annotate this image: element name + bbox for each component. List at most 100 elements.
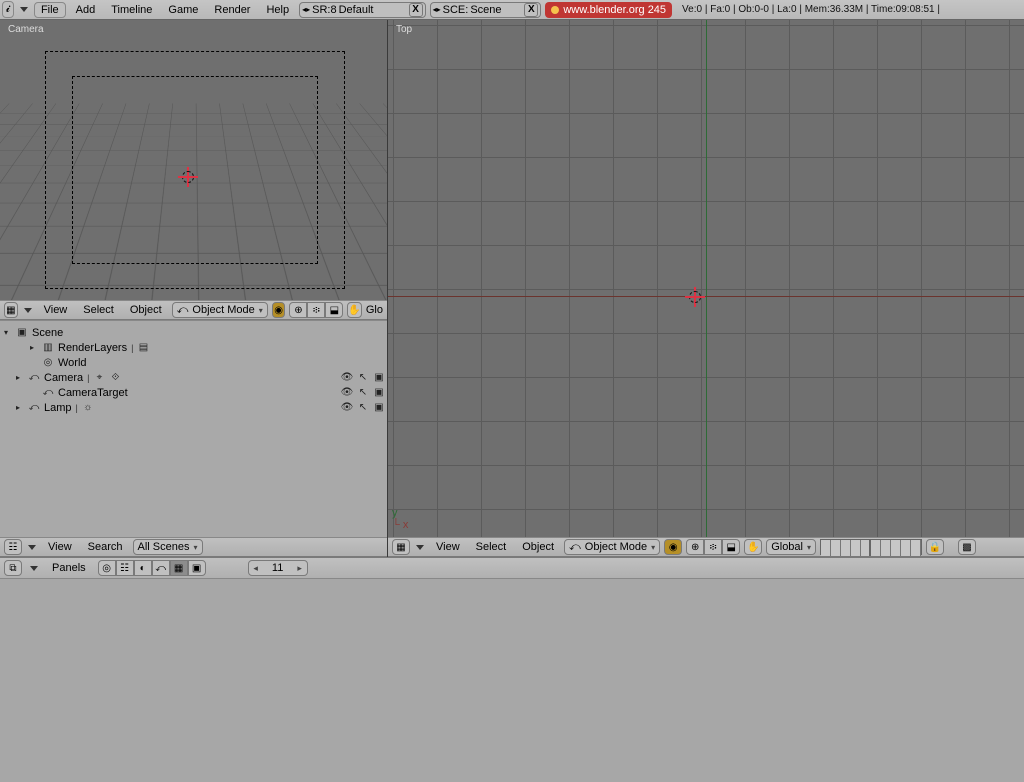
mode-dropdown[interactable]: ⤺ Object Mode ▾ — [564, 539, 660, 555]
render-toggle-icon[interactable]: ▣ — [373, 387, 385, 399]
scene-statistics: Ve:0 | Fa:0 | Ob:0-0 | La:0 | Mem:36.33M… — [682, 4, 940, 15]
frame-value[interactable]: 11 — [263, 562, 293, 574]
menu-view[interactable]: View — [42, 540, 78, 554]
frame-number-field[interactable]: ◂ 11 ▸ — [248, 560, 308, 576]
panels-label[interactable]: Panels — [46, 561, 92, 575]
menu-object[interactable]: Object — [516, 540, 560, 554]
ctx-shading-icon[interactable]: ◐ — [134, 560, 152, 576]
frame-next-button[interactable]: ▸ — [293, 563, 307, 574]
menu-select[interactable]: Select — [77, 303, 120, 317]
manipulator-toggle[interactable]: ✋ — [744, 539, 762, 555]
menu-render[interactable]: Render — [208, 3, 256, 17]
scene-icon: ▣ — [16, 327, 28, 339]
ctx-object-icon[interactable]: ⤺ — [152, 560, 170, 576]
renderlayer-icon[interactable]: ▤ — [137, 342, 149, 354]
menu-game[interactable]: Game — [162, 3, 204, 17]
menu-timeline[interactable]: Timeline — [105, 3, 158, 17]
render-border-icon[interactable]: ▩ — [958, 539, 976, 555]
selectable-arrow-icon[interactable]: ↖ — [357, 372, 369, 384]
render-toggle-icon[interactable]: ▣ — [373, 402, 385, 414]
mode-label: Object Mode — [585, 541, 647, 553]
screen-selector[interactable]: ◂▸ SR:8 X — [299, 2, 426, 18]
orientation-label[interactable]: Glo — [366, 304, 383, 316]
editor-type-icon[interactable]: ⧉ — [4, 560, 22, 576]
pivot-cursor-button[interactable]: ⬓ — [325, 302, 343, 318]
shading-dropdown[interactable]: ◉ — [272, 302, 286, 318]
menu-view[interactable]: View — [430, 540, 466, 554]
blender-logo-icon — [551, 6, 559, 14]
menu-select[interactable]: Select — [470, 540, 513, 554]
outliner-item-label: RenderLayers — [58, 342, 127, 354]
screen-name-input[interactable] — [339, 4, 407, 16]
scene-delete-button[interactable]: X — [524, 3, 538, 17]
camera-passepartout-inner — [72, 76, 318, 264]
collapse-icon[interactable] — [24, 308, 32, 313]
selectable-arrow-icon[interactable]: ↖ — [357, 387, 369, 399]
collapse-icon[interactable] — [416, 545, 424, 550]
renderlayers-icon: ▥ — [42, 342, 54, 354]
pivot-median-button[interactable]: ፨ — [307, 302, 325, 318]
editor-type-icon[interactable]: ☷ — [4, 539, 22, 555]
menu-view[interactable]: View — [38, 303, 74, 317]
menu-search[interactable]: Search — [82, 540, 129, 554]
pivot-median-button[interactable]: ፨ — [704, 539, 722, 555]
axis-x-icon — [388, 296, 1024, 297]
frame-prev-button[interactable]: ◂ — [249, 563, 263, 574]
header-collapse-icon[interactable] — [20, 7, 28, 12]
collapse-icon[interactable] — [30, 566, 38, 571]
axis-y-icon — [706, 20, 707, 537]
ctx-script-icon[interactable]: ☷ — [116, 560, 134, 576]
collapse-icon[interactable] — [28, 545, 36, 550]
menu-help[interactable]: Help — [260, 3, 295, 17]
menu-file[interactable]: File — [34, 2, 66, 18]
buttons-window-body[interactable] — [0, 579, 1024, 782]
mode-dropdown[interactable]: ⤺ Object Mode ▾ — [172, 302, 268, 318]
scene-selector[interactable]: ◂▸ SCE: X — [430, 2, 542, 18]
outliner-item-label: CameraTarget — [58, 387, 128, 399]
blender-link[interactable]: www.blender.org 245 — [545, 2, 672, 18]
person-icon: ⤺ — [569, 541, 581, 554]
pivot-cursor-button[interactable]: ⬓ — [722, 539, 740, 555]
screen-delete-button[interactable]: X — [409, 3, 423, 17]
constraint-icon[interactable]: ⟐ — [109, 372, 121, 384]
visibility-eye-icon[interactable]: 👁 — [341, 372, 353, 384]
camdata-icon[interactable]: ⌖ — [93, 372, 105, 384]
object-icon: ⤺ — [28, 372, 40, 384]
pivot-button[interactable]: ⊕ — [686, 539, 704, 555]
outliner-item-renderlayers[interactable]: ▸ ▥ RenderLayers | ▤ — [2, 340, 385, 355]
window-type-button[interactable]: 𝓲 — [2, 1, 14, 18]
lock-layers-icon[interactable]: 🔒 — [926, 539, 944, 555]
pivot-buttons: ⊕ ፨ ⬓ — [289, 302, 343, 318]
outliner-item-cameratarget[interactable]: ⤺ CameraTarget 👁 ↖ ▣ — [2, 385, 385, 400]
pivot-buttons: ⊕ ፨ ⬓ — [686, 539, 740, 555]
editor-type-icon[interactable]: ▦ — [4, 302, 18, 318]
object-icon: ⤺ — [28, 402, 40, 414]
selectable-arrow-icon[interactable]: ↖ — [357, 402, 369, 414]
outliner-item-lamp[interactable]: ▸ ⤺ Lamp | ☼ 👁 ↖ ▣ — [2, 400, 385, 415]
outliner-root[interactable]: ▾ ▣ Scene — [2, 325, 385, 340]
scene-name-input[interactable] — [470, 4, 522, 16]
orientation-dropdown[interactable]: Global ▾ — [766, 539, 816, 555]
editor-type-icon[interactable]: ▦ — [392, 539, 410, 555]
manipulator-toggle[interactable]: ✋ — [347, 302, 361, 318]
outliner-filter-dropdown[interactable]: All Scenes ▾ — [133, 539, 203, 555]
shading-dropdown[interactable]: ◉ — [664, 539, 682, 555]
menu-object[interactable]: Object — [124, 303, 168, 317]
menu-add[interactable]: Add — [70, 3, 102, 17]
visibility-eye-icon[interactable]: 👁 — [341, 402, 353, 414]
outliner-panel[interactable]: ▾ ▣ Scene ▸ ▥ RenderLayers | ▤ ◎ World — [0, 320, 387, 537]
layers-widget[interactable] — [820, 539, 922, 555]
viewport-top[interactable]: Top y └ x — [388, 20, 1024, 537]
lamp-icon[interactable]: ☼ — [82, 402, 94, 414]
ctx-scene-icon[interactable]: ▣ — [188, 560, 206, 576]
pivot-button[interactable]: ⊕ — [289, 302, 307, 318]
ctx-editing-icon[interactable]: ▦ — [170, 560, 188, 576]
mode-label: Object Mode — [192, 304, 254, 316]
outliner-item-label: Lamp — [44, 402, 72, 414]
outliner-item-world[interactable]: ◎ World — [2, 355, 385, 370]
visibility-eye-icon[interactable]: 👁 — [341, 387, 353, 399]
ctx-logic-icon[interactable]: ◎ — [98, 560, 116, 576]
outliner-item-camera[interactable]: ▸ ⤺ Camera | ⌖ ⟐ 👁 ↖ ▣ — [2, 370, 385, 385]
viewport-camera[interactable]: Camera — [0, 20, 387, 300]
render-toggle-icon[interactable]: ▣ — [373, 372, 385, 384]
